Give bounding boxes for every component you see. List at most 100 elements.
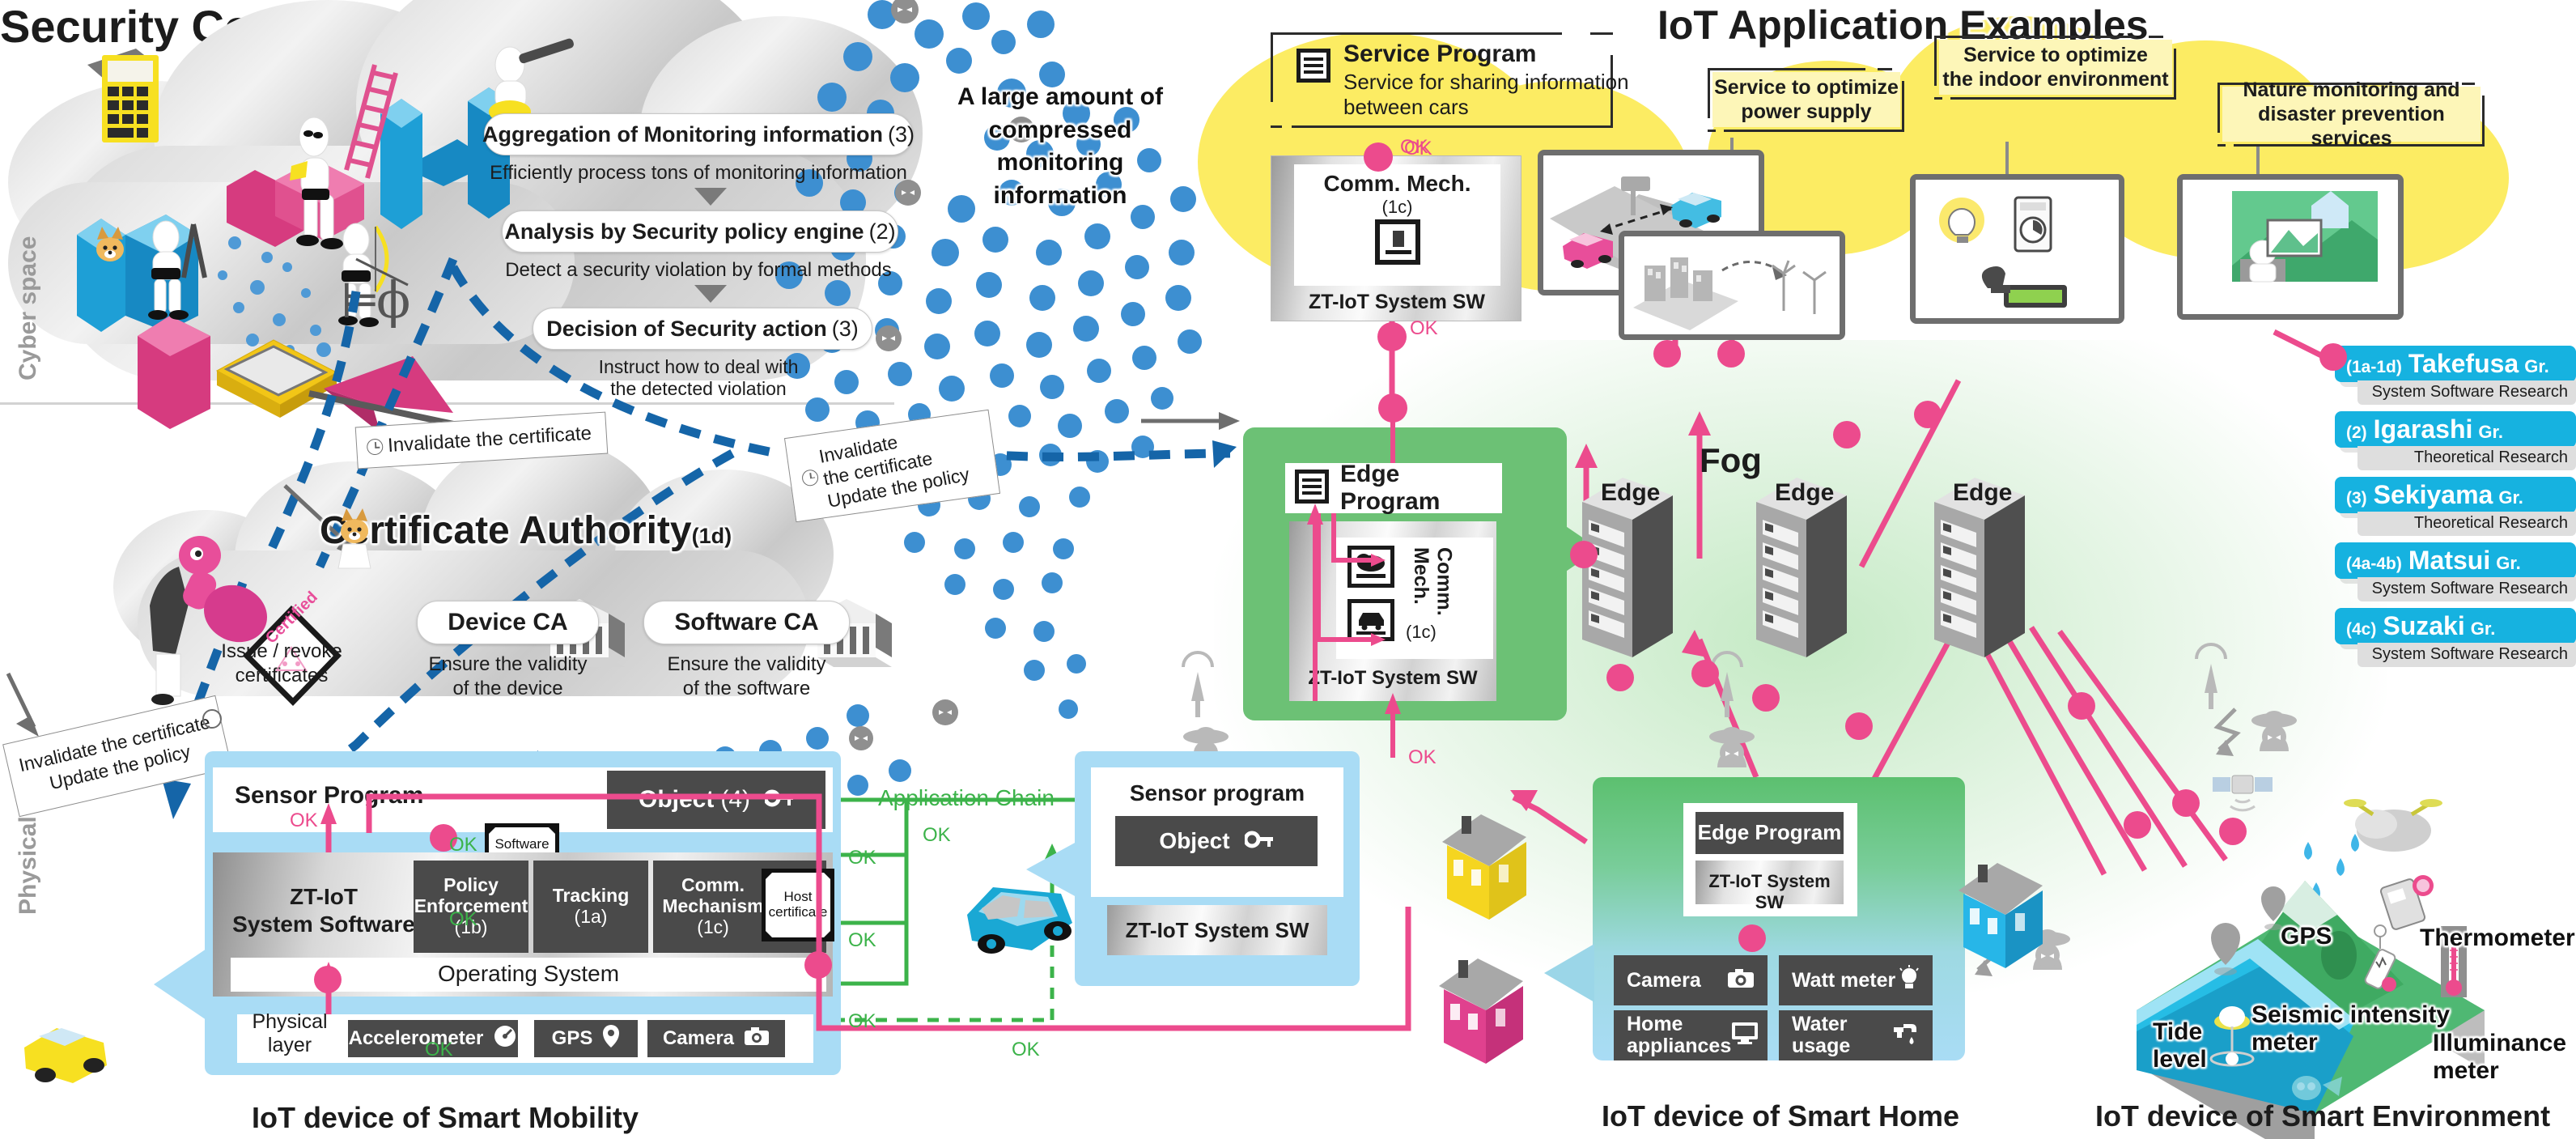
ok-chain-4: OK (848, 1010, 876, 1032)
ok-mobility-1: OK (290, 810, 318, 831)
object-chip-num: (4) (720, 786, 751, 814)
pink-dot-service-2 (1377, 322, 1407, 351)
space-divider (0, 402, 894, 405)
group-matsui-sub: System Software Research (2357, 577, 2576, 601)
device-ca-caption: Ensure the validity of the device (428, 653, 588, 699)
callout-power-supply-text: Service to optimize power supply (1712, 72, 1900, 127)
gauge-icon (493, 1024, 517, 1054)
smart-home-tail (1544, 944, 1594, 1002)
flow-step-aggregation[interactable]: Aggregation of Monitoring information (3… (482, 113, 915, 155)
note-invalidate-update-middle-text: Invalidate the certificate Update the po… (817, 431, 971, 512)
pink-dot-fog-13 (2219, 818, 2247, 845)
pink-dot-fog-4 (1914, 401, 1942, 428)
edge-program-label: Edge Program (1340, 461, 1441, 515)
callout-nature-monitoring-text: Nature monitoring and disaster preventio… (2222, 79, 2481, 150)
device-ca-box[interactable]: Device CA (417, 601, 599, 644)
ok-edge-vertical: OK (1410, 317, 1438, 339)
pink-dot-service (1364, 142, 1393, 172)
software-ca-label: Software CA (674, 609, 819, 635)
host-certificate-label: Host certificate (766, 873, 830, 937)
edge-program-header[interactable]: Edge Program (1285, 461, 1502, 515)
peer-object-chip[interactable]: Object (1115, 816, 1318, 866)
zt-iot-system-software-label: ZT-IoT System Software (232, 884, 415, 937)
service-program-title: Service Program (1343, 40, 1537, 67)
service-comm-mech-panel: Comm. Mech. (1c) ZT-IoT System SW (1271, 155, 1521, 321)
pink-dot-fog-1 (1653, 340, 1681, 368)
smart-home-home-appliances[interactable]: Home appliances (1614, 1010, 1768, 1060)
env-label-illuminance: Illuminance meter (2433, 1030, 2567, 1084)
fog-title: Fog (1700, 441, 1762, 479)
group-sekiyama-sub: Theoretical Research (2357, 512, 2576, 536)
sensor-gps[interactable]: GPS (534, 1020, 638, 1057)
ok-mobility-3: OK (449, 908, 477, 930)
edge-sw-label: ZT-IoT System SW (1308, 667, 1478, 689)
cyber-space-label: Cyber space (15, 236, 41, 380)
flow-step-decision-num: (3) (831, 316, 859, 341)
module-tracking[interactable]: Tracking (1a) (533, 861, 648, 953)
ok-chain-2: OK (848, 847, 876, 869)
software-ca-box[interactable]: Software CA (643, 601, 850, 644)
service-program-desc: Service for sharing information between … (1343, 70, 1629, 120)
note-invalidate-update-left: Invalidate the certificate Update the po… (2, 695, 232, 818)
edge-comm-cloud-icon (1347, 546, 1394, 588)
flow-step-analysis[interactable]: Analysis by Security policy engine (2) (502, 210, 898, 253)
group-takefusa-name: Takefusa (2408, 349, 2519, 378)
flow-step-aggregation-num: (3) (887, 121, 915, 147)
circle-one-icon-2 (800, 468, 820, 487)
pink-dot-fog-6 (1606, 664, 1634, 691)
group-suzaki[interactable]: (4c) Suzaki Gr. System Software Research (2335, 608, 2576, 667)
module-tracking-num: (1a) (574, 906, 608, 927)
peer-sw-label: ZT-IoT System SW (1125, 918, 1309, 942)
object-chip[interactable]: Object (4) (607, 771, 825, 829)
ca-issue-caption: Issue / revoke certificates (221, 640, 342, 686)
pink-dot-fog-8 (1752, 684, 1780, 712)
group-takefusa[interactable]: (1a-1d) Takefusa Gr. System Software Res… (2335, 346, 2576, 405)
note-invalidate-certificate-text: Invalidate the certificate (387, 422, 592, 457)
smart-home-watt-meter[interactable]: Watt meter (1779, 955, 1933, 1005)
group-igarashi-name: Igarashi (2373, 414, 2473, 444)
smart-home-camera[interactable]: Camera (1614, 955, 1768, 1005)
sensor-camera[interactable]: Camera (647, 1020, 785, 1057)
pink-dot-fog-5 (1570, 541, 1598, 568)
certificate-authority-title-text: Certificate Authority (320, 509, 692, 552)
smart-home-sw-label: ZT-IoT System SW (1708, 871, 1831, 912)
circle-one-icon-3 (202, 709, 222, 729)
host-certificate-badge: Host certificate (762, 869, 834, 941)
group-suzaki-gr: Gr. (2470, 618, 2496, 639)
flow-step-analysis-label: Analysis by Security policy engine (504, 219, 864, 244)
group-sekiyama[interactable]: (3) Sekiyama Gr. Theoretical Research (2335, 477, 2576, 536)
flow-step-decision[interactable]: Decision of Security action (3) (533, 308, 872, 350)
monitor-icon (1731, 1022, 1759, 1049)
smart-home-edge-program[interactable]: Edge Program (1695, 812, 1844, 854)
bulb-icon (1899, 965, 1920, 996)
smart-home-water-usage[interactable]: Water usage (1779, 1010, 1933, 1060)
group-matsui[interactable]: (4a-4b) Matsui Gr. System Software Resea… (2335, 542, 2576, 601)
smart-home-camera-label: Camera (1627, 969, 1701, 992)
group-igarashi[interactable]: (2) Igarashi Gr. Theoretical Research (2335, 411, 2576, 470)
module-comm-mechanism-label: Comm. Mechanism (662, 874, 764, 917)
certificate-authority-title: Certificate Authority(1d) (320, 508, 732, 553)
peer-device-tail (1026, 842, 1076, 897)
group-sekiyama-gr: Gr. (2498, 487, 2523, 508)
edge-node-label-2: Edge (1775, 479, 1835, 506)
module-policy-enforcement[interactable]: Policy Enforcement (1b) (414, 861, 528, 953)
ok-chain-3: OK (848, 929, 876, 951)
env-label-gps: GPS (2281, 923, 2332, 950)
service-comm-mech-label: Comm. Mech. (1323, 171, 1471, 196)
module-tracking-label: Tracking (552, 885, 630, 907)
peer-sw-panel: ZT-IoT System SW (1107, 905, 1327, 955)
callout-indoor-environment[interactable]: Service to optimize the indoor environme… (1934, 36, 2197, 100)
pink-dot-fog-11 (2124, 811, 2151, 839)
sensor-program-label: Sensor Program (235, 782, 424, 809)
sensor-gps-label: GPS (551, 1026, 593, 1049)
group-suzaki-sub: System Software Research (2357, 643, 2576, 667)
sensor-accelerometer-label: Accelerometer (348, 1026, 484, 1049)
object-chip-label: Object (638, 786, 715, 814)
callout-power-supply[interactable]: Service to optimize power supply (1708, 68, 1926, 132)
env-label-thermometer: Thermometer (2420, 924, 2575, 951)
pink-dot-group (2319, 343, 2347, 371)
pink-dot-fog-10 (2068, 692, 2095, 720)
callout-nature-monitoring[interactable]: Nature monitoring and disaster preventio… (2217, 79, 2509, 150)
smart-environment-caption: IoT device of Smart Environment (2094, 1099, 2551, 1133)
peer-sensor-program-label: Sensor program (1129, 780, 1305, 805)
